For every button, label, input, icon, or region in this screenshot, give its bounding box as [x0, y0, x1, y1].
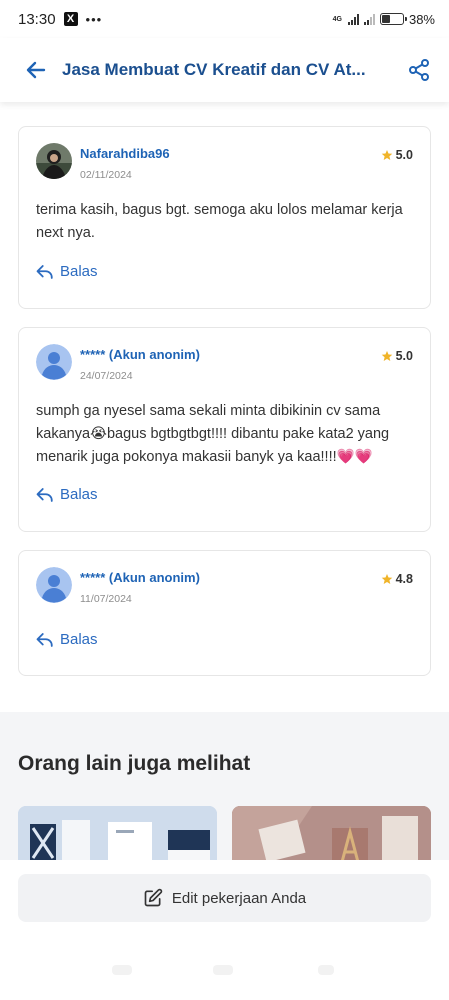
reviewer-name[interactable]: Nafarahdiba96 [80, 146, 381, 161]
signal-icon [347, 13, 359, 25]
nav-hint-back [112, 965, 132, 975]
reply-button[interactable]: Balas [36, 486, 98, 503]
edit-icon [144, 888, 163, 907]
reviewer-name[interactable]: ***** (Akun anonim) [80, 570, 381, 585]
status-bar: 13:30 X ••• 4G 38% [0, 0, 449, 38]
edit-job-button[interactable]: Edit pekerjaan Anda [18, 874, 431, 922]
reply-icon [36, 632, 53, 647]
review-rating: 5.0 [381, 344, 413, 363]
rating-value: 5.0 [395, 349, 413, 363]
reply-button[interactable]: Balas [36, 263, 98, 280]
review-rating: 5.0 [381, 143, 413, 162]
edit-job-label: Edit pekerjaan Anda [171, 889, 307, 907]
photo-avatar [36, 143, 72, 179]
back-button[interactable] [22, 56, 50, 84]
review-card: ***** (Akun anonim) 24/07/2024 5.0 sumph… [18, 327, 431, 532]
user-icon [36, 567, 72, 603]
review-card: Nafarahdiba96 02/11/2024 5.0 terima kasi… [18, 126, 431, 309]
review-text: terima kasih, bagus bgt. semoga aku lolo… [36, 202, 403, 241]
reply-icon [36, 487, 53, 502]
battery-percent: 38% [408, 11, 435, 27]
gig-thumbnail[interactable] [18, 806, 217, 866]
section-title: Orang lain juga melihat [18, 752, 251, 775]
reply-label: Balas [60, 486, 98, 503]
user-icon [36, 344, 72, 380]
review-date: 02/11/2024 [80, 169, 132, 181]
battery-icon [379, 13, 407, 25]
x-app-icon: X [63, 12, 78, 26]
gig-thumbnail[interactable] [232, 806, 431, 866]
status-time: 13:30 [18, 10, 56, 28]
app-header: Jasa Membuat CV Kreatif dan CV At... [0, 38, 449, 102]
review-card: ***** (Akun anonim) 11/07/2024 4.8 Balas [18, 550, 431, 676]
network-type-label: 4G [332, 15, 342, 23]
reply-button[interactable]: Balas [36, 631, 98, 648]
nav-hint-recent [318, 965, 334, 975]
reply-icon [36, 264, 53, 279]
signal-icon-2 [363, 13, 375, 25]
default-user-avatar [36, 344, 72, 380]
reply-label: Balas [60, 631, 98, 648]
review-rating: 4.8 [381, 567, 413, 586]
review-date: 24/07/2024 [80, 370, 133, 382]
more-notifications-icon: ••• [85, 11, 103, 27]
bottom-action-bar: Edit pekerjaan Anda [0, 860, 449, 1000]
share-button[interactable] [405, 56, 433, 84]
nav-hint-home [213, 965, 233, 975]
page-title: Jasa Membuat CV Kreatif dan CV At... [62, 60, 366, 79]
rating-value: 4.8 [395, 572, 413, 586]
share-icon [409, 59, 429, 81]
default-user-avatar [36, 567, 72, 603]
star-icon [381, 574, 392, 584]
review-text: sumph ga nyesel sama sekali minta dibiki… [36, 403, 390, 465]
star-icon [381, 351, 392, 361]
reviewer-name[interactable]: ***** (Akun anonim) [80, 347, 381, 362]
reply-label: Balas [60, 263, 98, 280]
star-icon [381, 150, 392, 160]
review-list: Nafarahdiba96 02/11/2024 5.0 terima kasi… [18, 126, 431, 694]
back-arrow-icon [26, 61, 46, 79]
review-date: 11/07/2024 [80, 593, 132, 605]
rating-value: 5.0 [395, 148, 413, 162]
